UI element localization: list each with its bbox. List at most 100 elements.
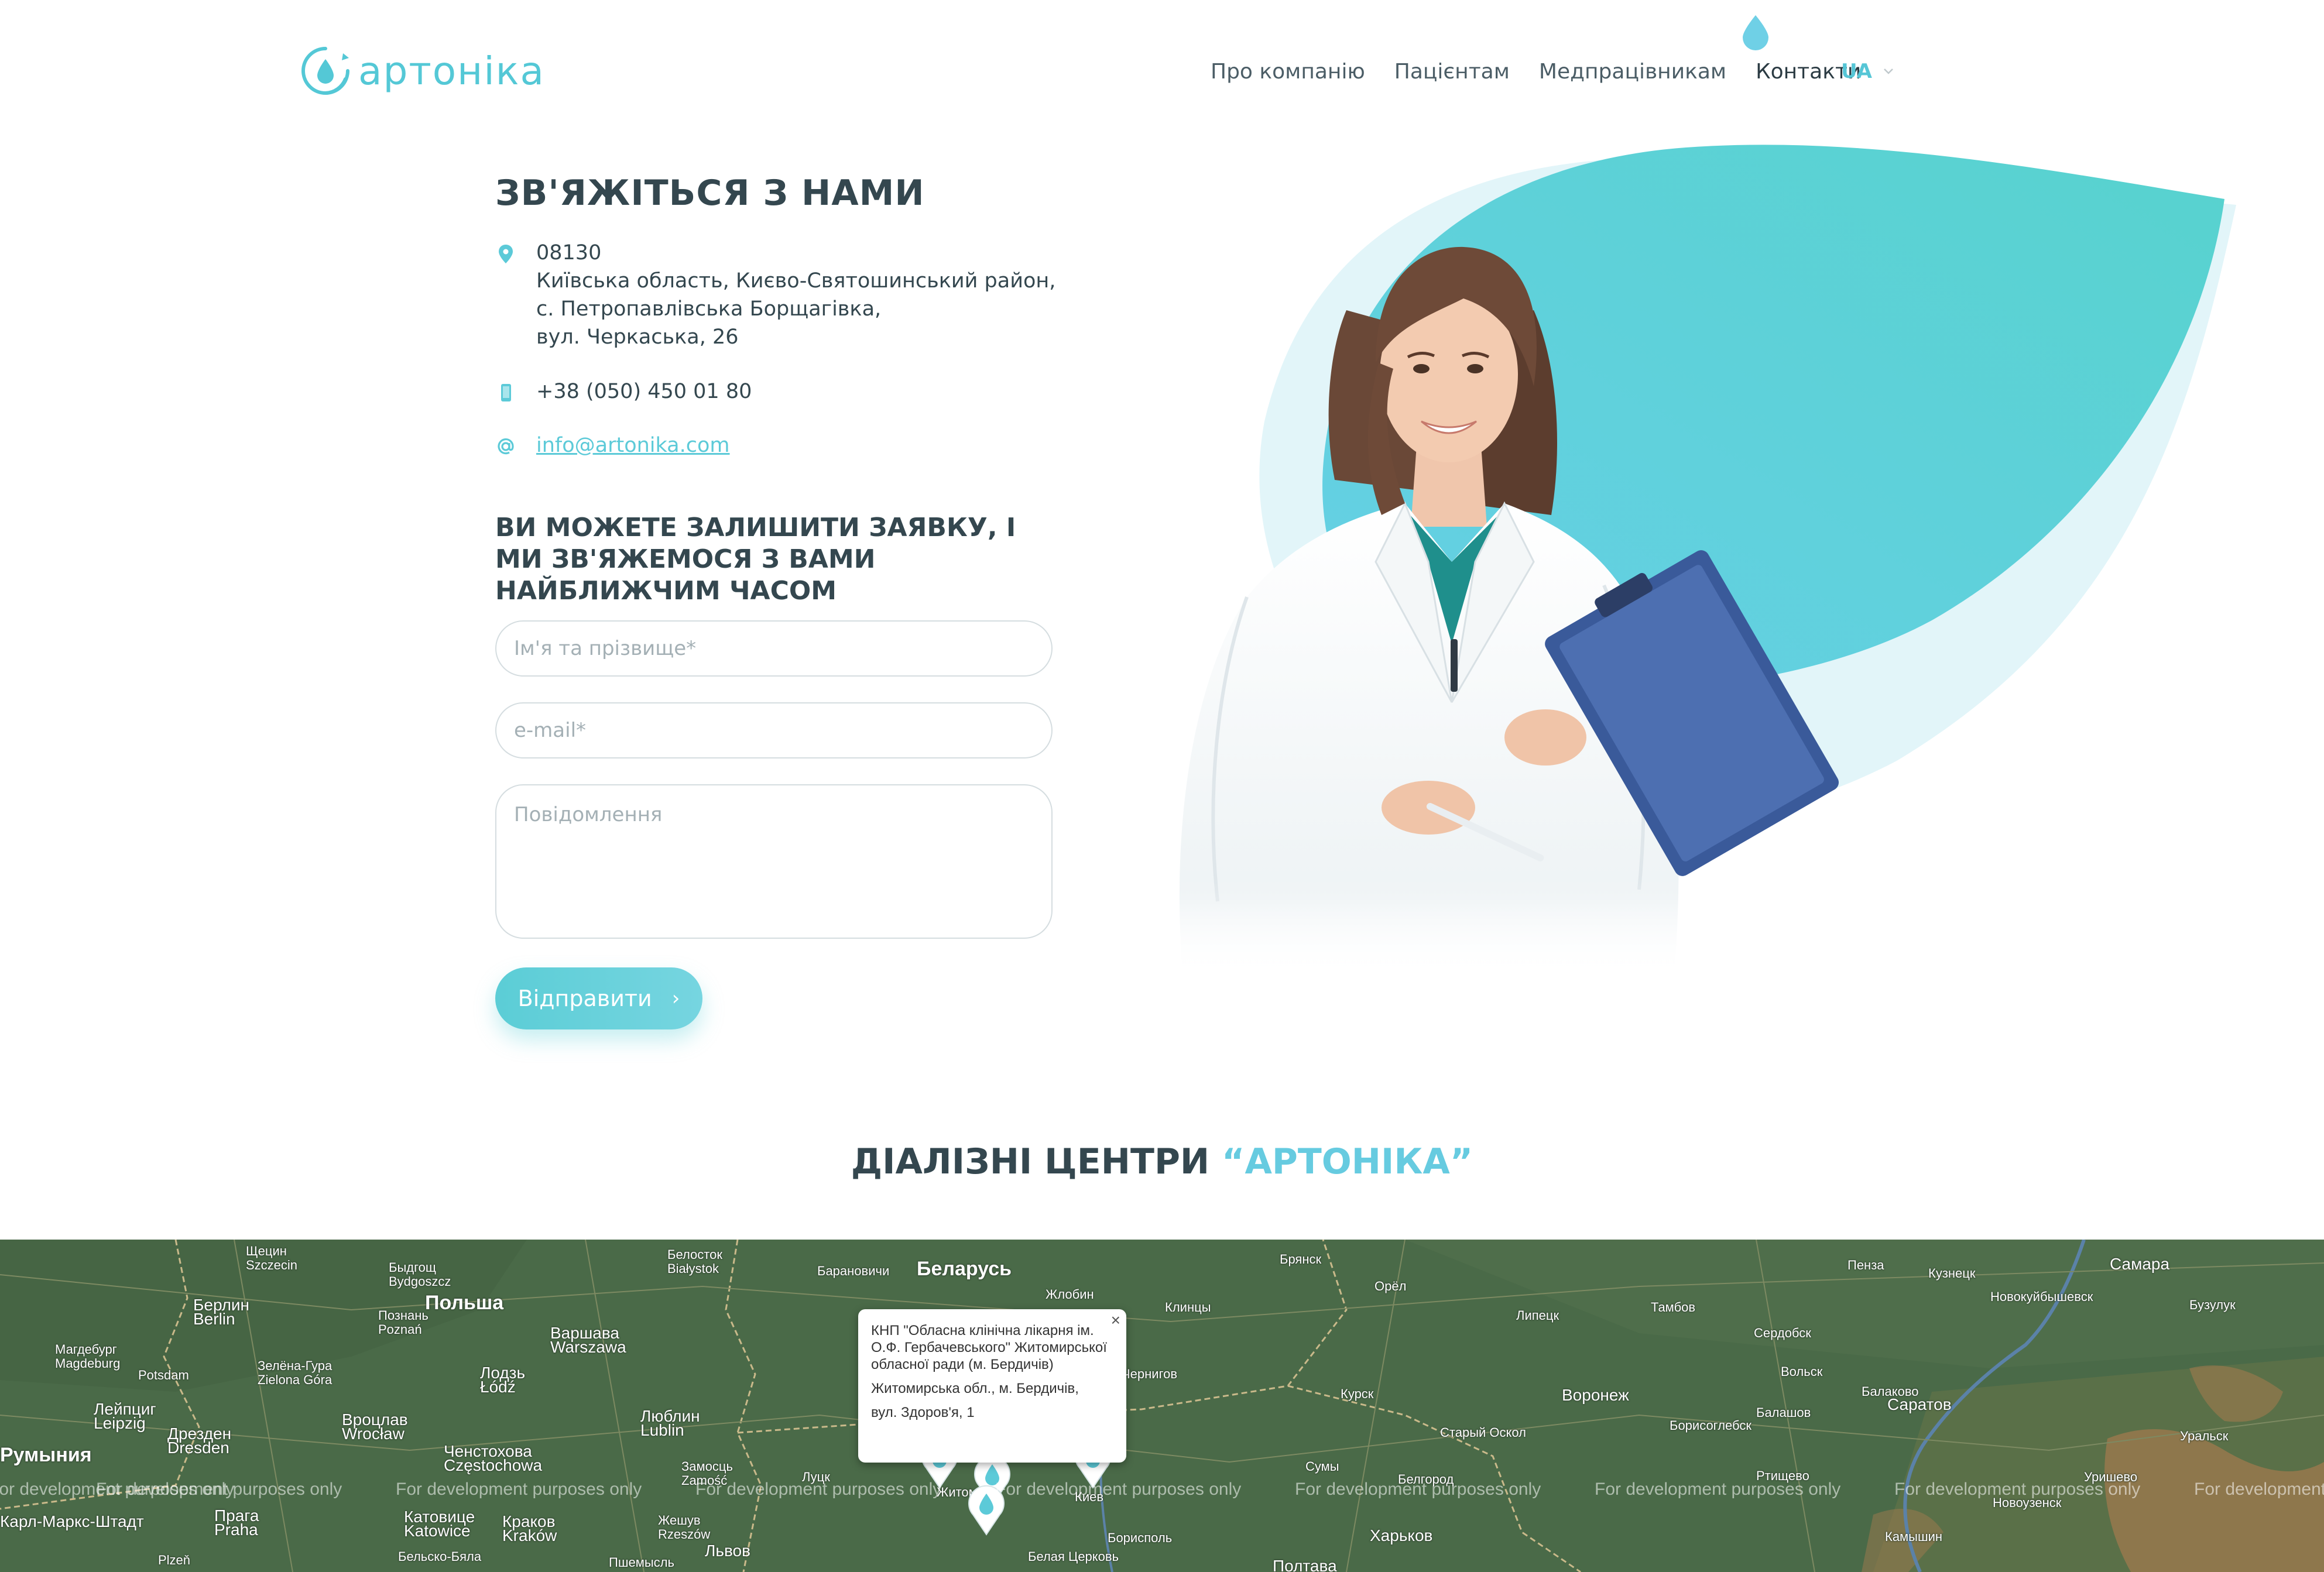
request-form-title: ВИ МОЖЕТЕ ЗАЛИШИТИ ЗАЯВКУ, І МИ ЗВ'ЯЖЕМО… <box>495 513 1016 606</box>
map-city-label: Белая Церковь <box>1028 1549 1119 1564</box>
language-label: UA <box>1841 60 1872 83</box>
address-block: 08130 Київська область, Києво-Святошинсь… <box>495 239 1055 351</box>
map-city-label: Ченстохова Częstochowa <box>444 1442 543 1474</box>
map-city-label: Камышин <box>1885 1529 1943 1544</box>
map-city-label: Жлобин <box>1046 1287 1094 1302</box>
email-row: info@artonika.com <box>495 431 730 459</box>
phone-icon <box>501 384 511 401</box>
location-pin-icon <box>499 245 513 263</box>
map-city-label: Вольск <box>1781 1364 1823 1379</box>
map-city-label: Пенза <box>1847 1258 1884 1272</box>
map-city-label: Харьков <box>1370 1526 1433 1544</box>
map-city-label: Орёл <box>1374 1279 1407 1293</box>
address-line: 08130 <box>536 241 602 265</box>
map-city-label: Катовице Katowice <box>404 1508 475 1540</box>
popup-address-line: вул. Здоров'я, 1 <box>871 1405 975 1420</box>
map-city-label: Жешув Rzeszów <box>658 1513 711 1542</box>
map-city-label: Прага Praha <box>214 1506 259 1539</box>
map-city-label: Курск <box>1341 1386 1374 1401</box>
centers-title-main: ДІАЛІЗНІ ЦЕНТРИ <box>851 1141 1222 1182</box>
map-city-label: Бузулук <box>2189 1298 2236 1312</box>
map-city-label: Сердобск <box>1754 1326 1811 1340</box>
map-city-label: Зелёна-Гура Zielona Góra <box>258 1358 333 1387</box>
at-sign-icon <box>498 438 514 455</box>
submit-button[interactable]: Відправити › <box>495 967 702 1029</box>
active-nav-drop-icon <box>1743 15 1768 50</box>
map-watermark: For development purposes only <box>695 1480 942 1499</box>
map-city-label: Барановичи <box>817 1264 890 1278</box>
map-city-label: Борисполь <box>1108 1530 1173 1545</box>
logo-text: артоніка <box>358 48 545 94</box>
chevron-down-icon <box>1884 68 1893 74</box>
map-watermark: For development purposes only <box>2194 1480 2324 1499</box>
map-city-label: Plzeň <box>158 1553 191 1567</box>
address-line: с. Петропавлівська Борщагівка, <box>536 297 882 321</box>
map-watermark: For development purposes only <box>396 1480 642 1499</box>
address-line: вул. Черкаська, 26 <box>536 325 739 349</box>
map-city-label: Воронеж <box>1562 1386 1629 1404</box>
map-city-label: Полтава <box>1273 1557 1337 1572</box>
phone-row: +38 (050) 450 01 80 <box>495 377 752 406</box>
map-city-label: Дрезден Dresden <box>167 1425 232 1457</box>
nav-medical-staff[interactable]: Медпрацівникам <box>1539 60 1726 84</box>
name-input[interactable] <box>495 620 1053 677</box>
language-selector[interactable]: UA <box>1841 60 1894 83</box>
chevron-right-icon: › <box>671 987 680 1010</box>
map-city-label: Люблин Lublin <box>640 1407 700 1439</box>
map-city-label: Старый Оскол <box>1440 1425 1526 1440</box>
nav-patients[interactable]: Пацієнтам <box>1394 60 1510 84</box>
map-city-label: Познань Poznań <box>378 1308 429 1337</box>
map-city-label: Пшемысль <box>609 1555 674 1570</box>
map-city-label: Брянск <box>1280 1252 1322 1266</box>
close-icon[interactable]: × <box>1111 1312 1120 1329</box>
map-city-label: Самара <box>2110 1255 2170 1273</box>
centers-title: ДІАЛІЗНІ ЦЕНТРИ “АРТОНІКА” <box>0 1141 2324 1182</box>
hero-illustration <box>1101 145 2271 983</box>
map[interactable]: Щецин Szczecin Быдгощ Bydgoszcz Белосток Bi… <box>0 1240 2324 1572</box>
logo-drop-icon <box>301 47 349 95</box>
map-watermark: For development purposes only <box>1595 1480 1841 1499</box>
main-nav: Про компанію Пацієнтам Медпрацівникам Ко… <box>1211 60 1890 84</box>
nav-about[interactable]: Про компанію <box>1211 60 1365 84</box>
map-info-popup: × КНП "Обласна клінічна лікарня ім. О.Ф.… <box>858 1309 1126 1463</box>
map-city-label: Клинцы <box>1165 1300 1211 1314</box>
map-city-label: Лейпциг Leipzig <box>94 1400 156 1432</box>
map-city-label: Сумы <box>1305 1459 1339 1474</box>
map-city-label: Кузнецк <box>1928 1266 1976 1281</box>
map-city-label: Липецк <box>1516 1308 1559 1323</box>
email-link[interactable]: info@artonika.com <box>536 431 730 459</box>
submit-label: Відправити <box>517 986 652 1011</box>
logo[interactable]: артоніка <box>299 44 545 98</box>
address-line: Київська область, Києво-Святошинський ра… <box>536 269 1056 293</box>
map-watermark: For development purposes only <box>995 1480 1242 1499</box>
message-textarea[interactable] <box>495 784 1053 939</box>
map-city-label: Быдгощ Bydgoszcz <box>389 1260 451 1289</box>
map-city-label: Львов <box>705 1542 750 1560</box>
map-watermark: For development purposes only <box>1894 1480 2141 1499</box>
map-terrain <box>0 1240 2324 1572</box>
map-country-label: Польша <box>425 1292 504 1314</box>
site-header: артоніка Про компанію Пацієнтам Медпраці… <box>0 0 2324 135</box>
centers-title-accent: “АРТОНІКА” <box>1222 1141 1473 1182</box>
popup-address: Житомирська обл., м. Бердичів, вул. Здор… <box>871 1380 1113 1421</box>
popup-address-line: Житомирська обл., м. Бердичів, <box>871 1381 1079 1396</box>
map-watermark: For development purposes only <box>1295 1480 1541 1499</box>
popup-clinic-name: КНП "Обласна клінічна лікарня ім. О.Ф. Г… <box>871 1323 1107 1372</box>
address-text: 08130 Київська область, Києво-Святошинсь… <box>536 239 1055 351</box>
map-city-label: Карл-Маркс-Штадт <box>0 1512 144 1530</box>
map-city-label: Уральск <box>2180 1429 2229 1443</box>
map-city-label: Краков Kraków <box>502 1512 557 1544</box>
map-city-label: Белосток Białystok <box>667 1247 722 1276</box>
map-city-label: Potsdam <box>138 1368 189 1382</box>
map-city-label: Щецин Szczecin <box>246 1244 298 1272</box>
map-watermark: For development purposes only <box>96 1480 342 1499</box>
map-city-label: Борисоглебск <box>1670 1418 1752 1433</box>
map-country-label: Беларусь <box>917 1258 1012 1280</box>
email-input[interactable] <box>495 702 1053 758</box>
map-city-label: Балашов <box>1756 1405 1811 1420</box>
map-city-label: Саратов <box>1887 1395 1952 1413</box>
map-city-label: Берлин Berlin <box>193 1296 250 1328</box>
map-country-label: Румыния <box>0 1444 92 1466</box>
phone-number[interactable]: +38 (050) 450 01 80 <box>536 377 752 406</box>
map-city-label: Чернигов <box>1122 1367 1178 1381</box>
